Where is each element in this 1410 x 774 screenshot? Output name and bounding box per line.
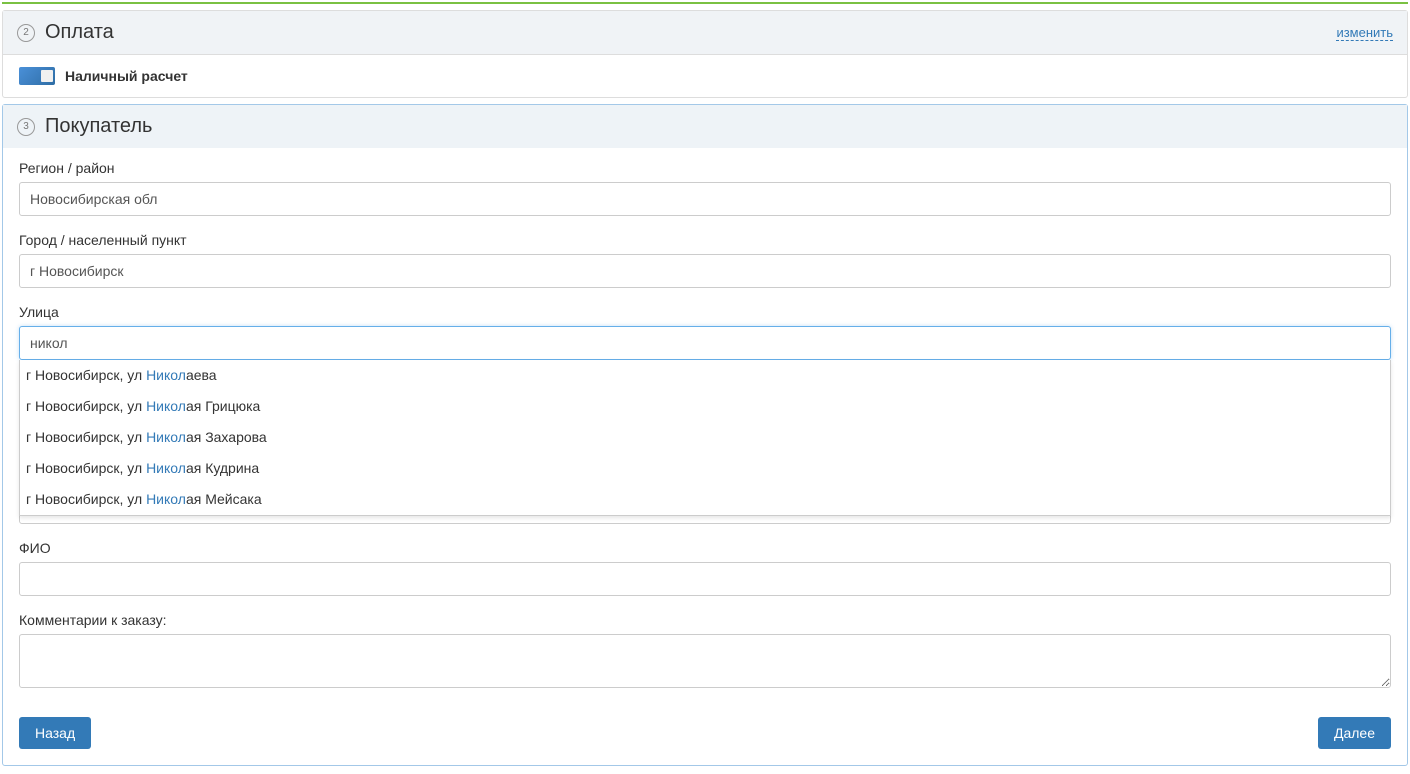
next-button[interactable]: Далее — [1318, 717, 1391, 749]
back-button[interactable]: Назад — [19, 717, 91, 749]
cash-icon — [19, 67, 55, 85]
autocomplete-item[interactable]: г Новосибирск, ул Николаева — [20, 360, 1390, 391]
city-input[interactable] — [19, 254, 1391, 288]
change-payment-link[interactable]: изменить — [1336, 25, 1393, 41]
city-label: Город / населенный пункт — [19, 232, 1391, 248]
autocomplete-item[interactable]: г Новосибирск, ул Николая Кудрина — [20, 453, 1390, 484]
payment-title: Оплата — [45, 21, 114, 44]
payment-panel: 2 Оплата изменить Наличный расчет — [2, 10, 1408, 98]
buyer-header: 3 Покупатель — [3, 105, 1407, 148]
autocomplete-item[interactable]: г Новосибирск, ул Николая Захарова — [20, 422, 1390, 453]
autocomplete-item[interactable]: г Новосибирск, ул Николая Мейсака — [20, 484, 1390, 515]
autocomplete-item[interactable]: г Новосибирск, ул Николая Грицюка — [20, 391, 1390, 422]
payment-body: Наличный расчет — [3, 55, 1407, 97]
comment-textarea[interactable] — [19, 634, 1391, 688]
buyer-form: Регион / район Город / населенный пункт … — [3, 148, 1407, 703]
fio-label: ФИО — [19, 540, 1391, 556]
payment-method-label: Наличный расчет — [65, 68, 188, 84]
region-label: Регион / район — [19, 160, 1391, 176]
buyer-panel: 3 Покупатель Регион / район Город / насе… — [2, 104, 1408, 766]
footer-row: Назад Далее — [3, 703, 1407, 765]
region-input[interactable] — [19, 182, 1391, 216]
fio-input[interactable] — [19, 562, 1391, 596]
comment-label: Комментарии к заказу: — [19, 612, 1391, 628]
step-number-2: 2 — [17, 24, 35, 42]
step-number-3: 3 — [17, 118, 35, 136]
payment-header: 2 Оплата изменить — [3, 11, 1407, 55]
buyer-title: Покупатель — [45, 115, 152, 138]
street-autocomplete-dropdown: г Новосибирск, ул Николаеваг Новосибирск… — [19, 360, 1391, 516]
street-input[interactable] — [19, 326, 1391, 360]
street-label: Улица — [19, 304, 1391, 320]
top-accent-line — [2, 2, 1408, 4]
